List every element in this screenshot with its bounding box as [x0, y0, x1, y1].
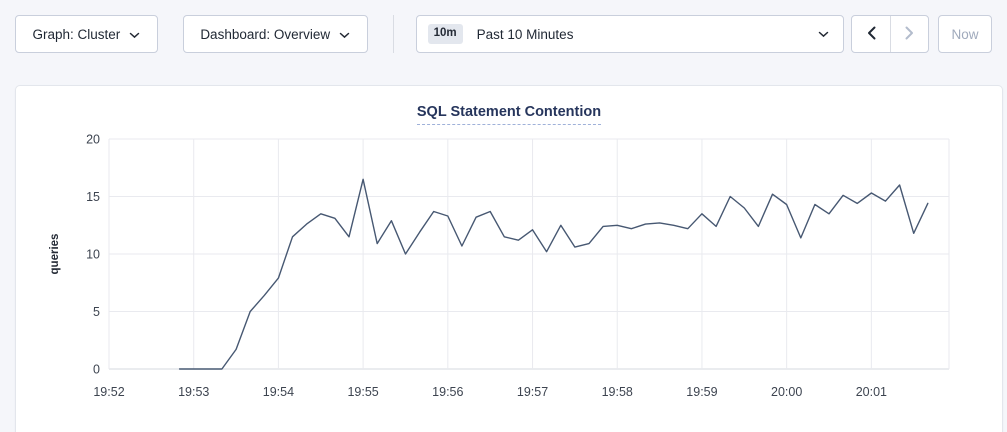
svg-text:queries: queries: [49, 234, 61, 275]
chevron-left-icon: [867, 26, 876, 43]
time-step-forward-button[interactable]: [890, 16, 928, 52]
graph-dropdown-label: Graph: Cluster: [33, 27, 121, 42]
chevron-down-icon: [339, 27, 350, 42]
svg-text:19:56: 19:56: [432, 385, 463, 399]
chart-title-wrap: SQL Statement Contention: [16, 86, 1002, 125]
svg-text:19:59: 19:59: [686, 385, 717, 399]
svg-text:20:01: 20:01: [856, 385, 887, 399]
svg-text:19:55: 19:55: [347, 385, 378, 399]
time-range-badge: 10m: [428, 24, 463, 44]
time-step-button-group: [851, 15, 929, 53]
sql-statement-contention-chart[interactable]: 0 5 10 15 20 19:52 19:53 19:54 19:55 19:56 19:57 19…: [16, 131, 1004, 431]
svg-text:10: 10: [86, 248, 100, 262]
graph-dropdown[interactable]: Graph: Cluster: [15, 15, 158, 53]
time-range-label: Past 10 Minutes: [477, 27, 819, 42]
svg-text:19:53: 19:53: [178, 385, 209, 399]
time-step-back-button[interactable]: [852, 16, 890, 52]
chevron-right-icon: [905, 26, 914, 43]
svg-text:20:00: 20:00: [771, 385, 802, 399]
svg-text:5: 5: [93, 305, 100, 319]
svg-text:20: 20: [86, 133, 100, 147]
dashboard-dropdown[interactable]: Dashboard: Overview: [183, 15, 368, 53]
svg-text:19:58: 19:58: [602, 385, 633, 399]
toolbar-divider: [393, 15, 394, 53]
chevron-down-icon: [818, 25, 829, 43]
toolbar: Graph: Cluster Dashboard: Overview 10m P…: [0, 0, 1007, 53]
chart-title[interactable]: SQL Statement Contention: [417, 104, 601, 125]
chevron-down-icon: [129, 27, 140, 42]
time-range-picker[interactable]: 10m Past 10 Minutes: [416, 15, 845, 53]
svg-text:0: 0: [93, 363, 100, 377]
svg-text:19:52: 19:52: [93, 385, 124, 399]
svg-text:19:54: 19:54: [263, 385, 294, 399]
chart-card: SQL Statement Contention 0 5 10 15 20 19:52 19…: [15, 85, 1003, 432]
now-button[interactable]: Now: [938, 15, 992, 53]
svg-text:19:57: 19:57: [517, 385, 548, 399]
svg-text:15: 15: [86, 190, 100, 204]
dashboard-dropdown-label: Dashboard: Overview: [200, 27, 330, 42]
